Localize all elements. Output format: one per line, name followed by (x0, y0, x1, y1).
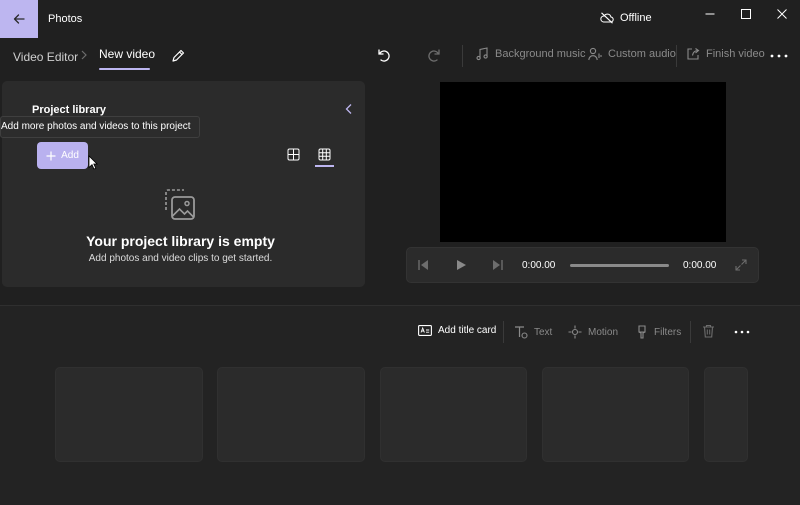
offline-status: Offline (600, 12, 652, 24)
redo-button[interactable] (427, 47, 443, 63)
expand-icon (735, 259, 747, 271)
storyboard-more-button[interactable] (734, 330, 750, 334)
chevron-right-icon (80, 49, 88, 61)
storyboard-divider (690, 321, 691, 343)
empty-library-subtitle: Add photos and video clips to get starte… (88, 253, 273, 264)
add-media-label: Add (61, 150, 79, 161)
app-title: Photos (48, 13, 83, 25)
current-time: 0:00.00 (522, 260, 556, 271)
previous-frame-button[interactable] (417, 259, 429, 271)
video-preview (440, 82, 726, 242)
filters-label: Filters (654, 326, 682, 338)
text-button[interactable]: Text (514, 325, 552, 339)
text-icon (515, 326, 528, 339)
add-title-card-label: Add title card (438, 325, 497, 336)
storyboard-slot[interactable] (217, 367, 365, 462)
add-tooltip: Add more photos and videos to this proje… (0, 116, 200, 138)
pencil-icon (172, 49, 185, 62)
photos-stack-icon (163, 188, 197, 222)
filter-brush-icon (638, 325, 646, 339)
undo-icon (378, 49, 390, 62)
storyboard-slot[interactable] (542, 367, 689, 462)
breadcrumb-current: New video (99, 47, 156, 61)
minimize-button[interactable] (692, 0, 728, 28)
share-icon (687, 48, 700, 60)
breadcrumb-video-editor[interactable]: Video Editor (13, 50, 78, 64)
motion-label: Motion (588, 326, 619, 338)
storyboard-slot[interactable] (55, 367, 203, 462)
next-frame-button[interactable] (492, 259, 504, 271)
large-grid-view-button[interactable] (287, 148, 300, 161)
trash-icon (703, 324, 714, 338)
more-horizontal-icon (734, 330, 750, 334)
view-selected-indicator (315, 165, 334, 167)
person-audio-icon (588, 47, 602, 61)
more-horizontal-icon (770, 54, 788, 58)
seek-slider[interactable] (570, 264, 669, 267)
title-bar (0, 0, 800, 38)
grid-small-icon (318, 148, 331, 161)
music-note-icon (476, 47, 488, 61)
motion-button[interactable]: Motion (568, 325, 618, 339)
undo-button[interactable] (375, 47, 391, 63)
skip-back-icon (418, 260, 428, 270)
minimize-icon (705, 13, 715, 15)
offline-label: Offline (620, 12, 652, 24)
rename-button[interactable] (170, 48, 186, 64)
plus-icon (46, 151, 56, 160)
grid-large-icon (287, 148, 300, 161)
cloud-off-icon (600, 12, 614, 24)
storyboard-divider (503, 321, 504, 343)
redo-icon (428, 49, 440, 62)
delete-button[interactable] (702, 324, 715, 338)
custom-audio-button[interactable]: Custom audio (588, 47, 676, 61)
play-icon (457, 260, 466, 270)
fullscreen-button[interactable] (735, 259, 747, 271)
background-music-label: Background music (495, 48, 586, 60)
motion-icon (568, 325, 582, 339)
chevron-left-icon (345, 104, 352, 114)
maximize-button[interactable] (728, 0, 764, 28)
finish-video-label: Finish video (706, 48, 765, 60)
finish-video-button[interactable]: Finish video (686, 47, 765, 61)
storyboard-slot[interactable] (704, 367, 748, 462)
breadcrumb-underline (99, 68, 150, 70)
close-button[interactable] (764, 0, 800, 28)
empty-library-title: Your project library is empty (86, 233, 275, 249)
title-card-icon (418, 325, 432, 336)
toolbar-divider (676, 45, 677, 67)
add-media-button[interactable]: Add (37, 142, 88, 169)
skip-forward-icon (493, 260, 503, 270)
back-button[interactable] (0, 0, 38, 38)
add-title-card-button[interactable]: Add title card (418, 325, 496, 336)
toolbar-divider (462, 45, 463, 67)
background-music-button[interactable]: Background music (475, 47, 586, 61)
maximize-icon (741, 9, 751, 19)
custom-audio-label: Custom audio (608, 48, 676, 60)
text-label: Text (534, 326, 553, 338)
mouse-cursor-icon (88, 155, 98, 170)
total-time: 0:00.00 (683, 260, 717, 271)
arrow-left-icon (13, 14, 25, 24)
play-button[interactable] (455, 259, 467, 271)
storyboard-slot[interactable] (380, 367, 527, 462)
filters-button[interactable]: Filters (636, 325, 681, 339)
close-icon (777, 9, 787, 19)
collapse-library-button[interactable] (344, 103, 354, 115)
small-grid-view-button[interactable] (318, 148, 331, 161)
more-options-button[interactable] (770, 54, 788, 58)
project-library-title: Project library (32, 104, 106, 116)
